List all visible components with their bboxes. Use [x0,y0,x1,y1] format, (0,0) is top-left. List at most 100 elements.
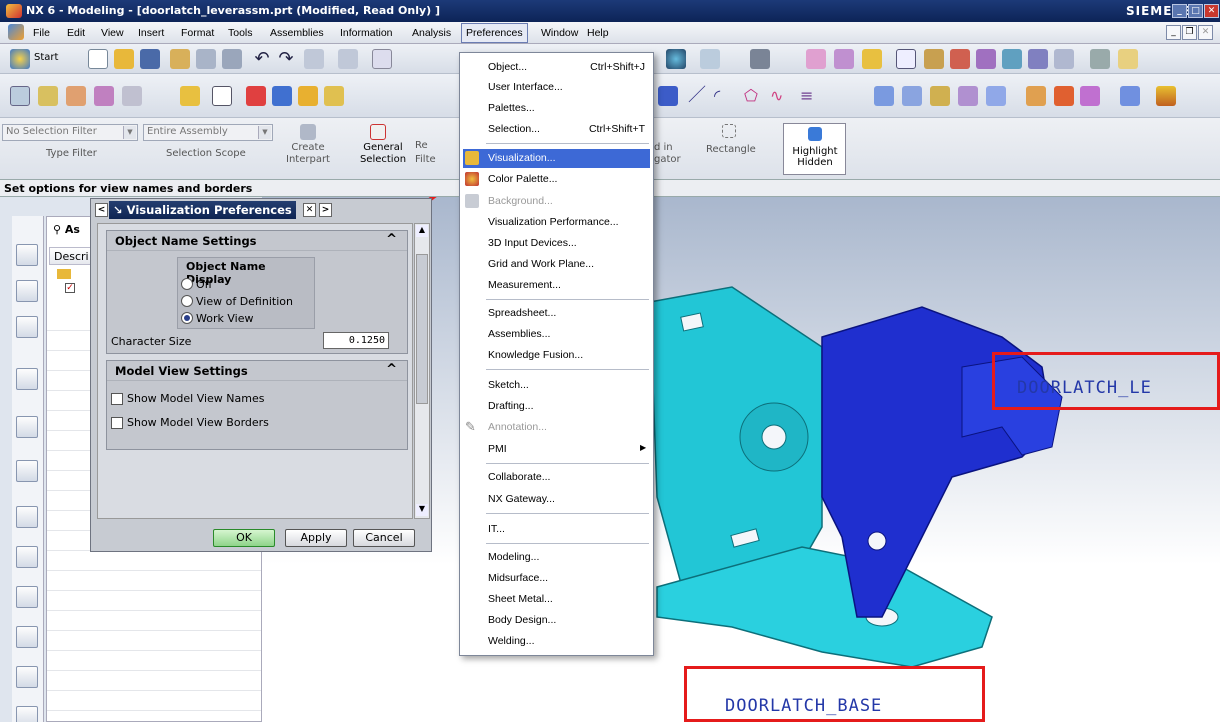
scroll-thumb[interactable] [416,254,428,404]
menu-analysis[interactable]: Analysis [409,25,454,41]
menu-edit[interactable]: Edit [64,25,88,41]
selection-scope-combo[interactable]: Entire Assembly ▼ [143,124,273,141]
spline-icon[interactable]: ∿ [770,86,790,106]
dialog-title-bar[interactable]: < ↘ Visualization Preferences ✕ > [91,199,431,221]
object-name-settings-header[interactable]: Object Name Settings ^ [107,231,407,251]
sweep-icon[interactable] [94,86,114,106]
revolve-icon[interactable] [66,86,86,106]
snap-icon-e[interactable] [1028,49,1048,69]
snap-icon-f[interactable] [1054,49,1074,69]
menu-item-midsurface[interactable]: Midsurface... [488,572,548,584]
cancel-button[interactable]: Cancel [353,529,415,547]
menu-item-sheet-metal[interactable]: Sheet Metal... [488,593,553,605]
menu-tools[interactable]: Tools [225,25,256,41]
menu-insert[interactable]: Insert [135,25,167,41]
web-browser-icon[interactable] [16,626,38,648]
assembly-navigator-icon[interactable] [16,244,38,266]
plane-icon[interactable] [212,86,232,106]
menu-file[interactable]: File [30,25,53,41]
menu-item-measurement[interactable]: Measurement... [488,279,561,291]
layer-icon[interactable] [1090,49,1110,69]
create-interpart-label[interactable]: Create Interpart [282,142,334,166]
doc-minimize-icon[interactable]: _ [1166,25,1181,40]
constraint-navigator-icon[interactable] [16,280,38,302]
resource-icon[interactable] [16,706,38,722]
menu-item-assemblies[interactable]: Assemblies... [488,328,550,340]
radio-off-label[interactable]: Off [196,278,212,291]
type-filter-combo[interactable]: No Selection Filter ▼ [2,124,138,141]
part-icon-b[interactable] [834,49,854,69]
surface-icon-b[interactable] [902,86,922,106]
dialog-scrollbar[interactable]: ▲ ▼ [414,223,430,519]
radio-off[interactable] [181,278,193,290]
doc-restore-icon[interactable]: ❐ [1182,25,1197,40]
show-model-view-borders-label[interactable]: Show Model View Borders [127,416,269,429]
redo-icon[interactable]: ↷ [276,49,296,69]
radio-work-view[interactable] [181,312,193,324]
menu-help[interactable]: Help [584,25,612,41]
highlight-hidden-button[interactable]: Highlight Hidden [783,123,846,175]
surface-icon-d[interactable] [958,86,978,106]
surface-icon-e[interactable] [986,86,1006,106]
undo-icon[interactable]: ↶ [252,49,272,69]
collapse-icon[interactable]: ^ [386,362,397,377]
radio-view-of-definition[interactable] [181,295,193,307]
cut-icon[interactable] [170,49,190,69]
create-interpart-icon[interactable] [300,124,316,140]
repeat-icon[interactable] [338,49,358,69]
collapse-icon[interactable]: ^ [386,232,397,247]
copy-icon[interactable] [196,49,216,69]
select-icon[interactable] [304,49,324,69]
close-icon[interactable]: ✕ [1204,4,1219,18]
surface-icon-g[interactable] [1054,86,1074,106]
part-navigator-icon[interactable] [16,316,38,338]
menu-item-drafting[interactable]: Drafting... [488,400,534,412]
render-icon[interactable] [700,49,720,69]
show-model-view-names-checkbox[interactable] [111,393,123,405]
menu-item-knowledge-fusion[interactable]: Knowledge Fusion... [488,349,583,361]
minimize-icon[interactable]: _ [1172,4,1187,18]
general-selection-label[interactable]: General Selection [358,142,408,166]
system-scenes-icon[interactable] [16,666,38,688]
start-icon[interactable] [10,49,30,69]
paste-icon[interactable] [222,49,242,69]
scroll-up-icon[interactable]: ▲ [416,225,428,237]
menu-item-selection[interactable]: Selection... [488,123,540,135]
curve-icon[interactable]: ≡ [800,86,820,106]
menu-item-modeling[interactable]: Modeling... [488,551,539,563]
extrude-icon[interactable] [38,86,58,106]
menu-item-welding[interactable]: Welding... [488,635,535,647]
snap-icon-d[interactable] [1002,49,1022,69]
menu-item-annotation[interactable]: Annotation... [488,421,547,433]
roles-icon[interactable] [16,586,38,608]
rectangle-label[interactable]: Rectangle [706,144,756,155]
process-studio-icon[interactable] [16,546,38,568]
part-icon-c[interactable] [862,49,882,69]
cylinder-icon[interactable] [272,86,292,106]
maximize-icon[interactable]: □ [1188,4,1203,18]
hole-icon[interactable] [122,86,142,106]
surface-icon-c[interactable] [930,86,950,106]
navigator-tab[interactable]: ⚲ As [53,223,80,236]
menu-preferences[interactable]: Preferences [461,23,528,43]
menu-window[interactable]: Window [538,25,581,41]
menu-item-color-palette[interactable]: Color Palette... [488,173,557,185]
model-view-settings-header[interactable]: Model View Settings ^ [107,361,407,381]
radio-work-view-label[interactable]: Work View [196,312,253,325]
palette-icon[interactable] [16,506,38,528]
rectangle-icon[interactable] [722,124,736,138]
surface-icon-a[interactable] [874,86,894,106]
menu-item-visualization-performance[interactable]: Visualization Performance... [488,216,619,228]
shade-icon[interactable] [666,49,686,69]
menu-item-visualization[interactable]: Visualization... [463,149,650,168]
sphere-icon[interactable] [246,86,266,106]
menu-item-it[interactable]: IT... [488,523,505,535]
radio-view-of-definition-label[interactable]: View of Definition [196,295,293,308]
general-selection-icon[interactable] [370,124,386,140]
scroll-down-icon[interactable]: ▼ [416,504,428,516]
sketch-icon[interactable] [10,86,30,106]
apply-button[interactable]: Apply [285,529,347,547]
save-icon[interactable] [140,49,160,69]
edit-icon[interactable] [1118,49,1138,69]
show-model-view-borders-checkbox[interactable] [111,417,123,429]
